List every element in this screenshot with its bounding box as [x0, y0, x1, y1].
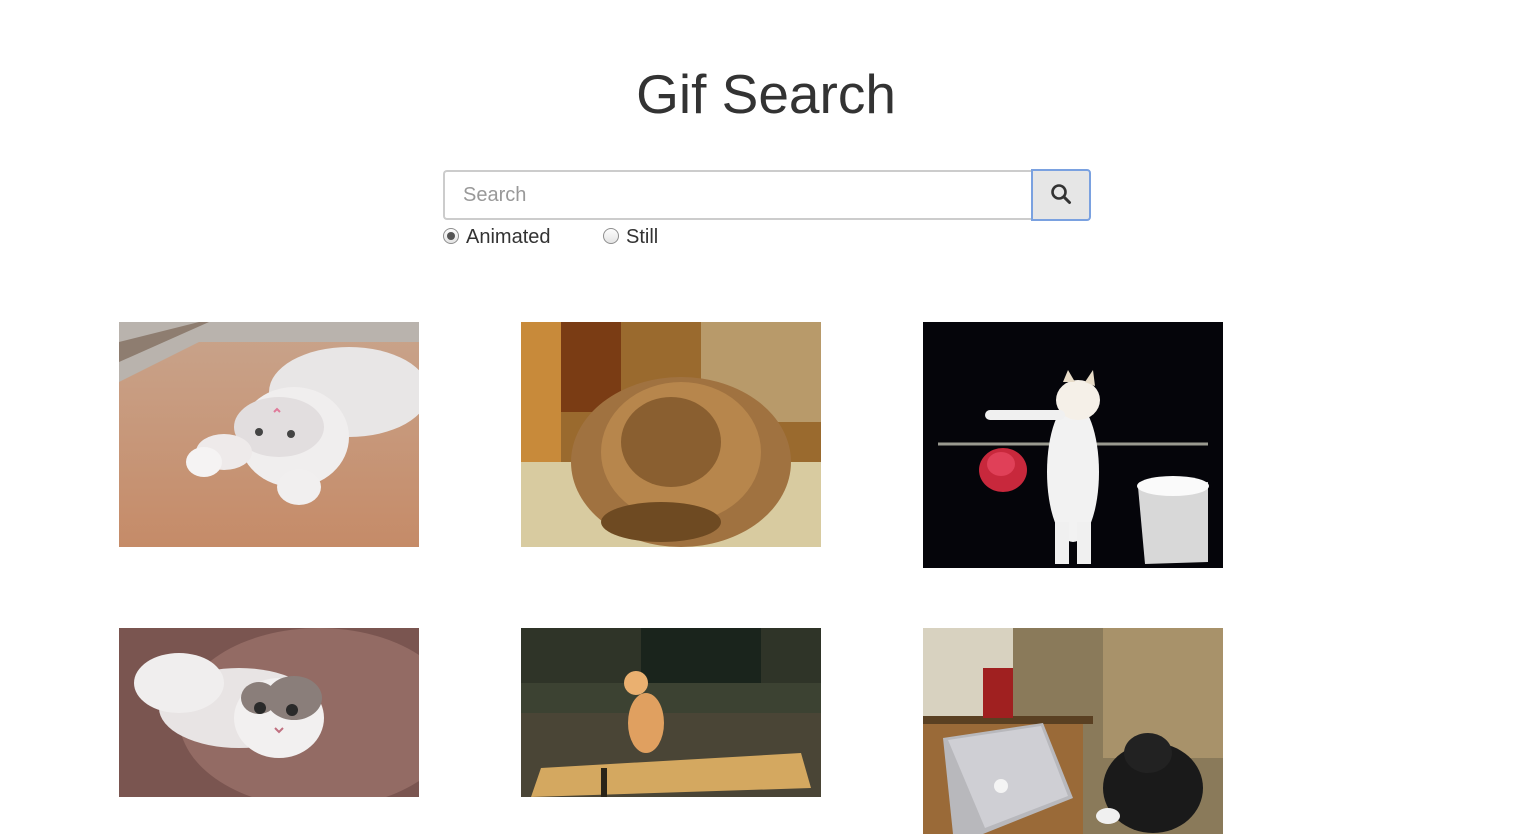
still-radio-button[interactable]	[603, 227, 619, 244]
search-bar	[443, 169, 1091, 221]
search-button[interactable]	[1031, 169, 1091, 221]
still-radio-label: Still	[626, 226, 659, 248]
search-icon	[1050, 183, 1072, 208]
gif-result-6[interactable]	[923, 628, 1223, 834]
animated-radio-button[interactable]	[443, 227, 459, 244]
still-radio[interactable]: Still	[603, 226, 658, 249]
animated-radio[interactable]: Animated	[443, 226, 603, 249]
gif-result-3[interactable]	[923, 322, 1223, 568]
gif-result-4[interactable]	[119, 628, 419, 797]
animated-radio-label: Animated	[466, 226, 551, 248]
search-input[interactable]	[443, 170, 1031, 220]
radio-selected-dot	[447, 231, 455, 240]
gif-mode-radio-group: Animated Still	[443, 226, 658, 249]
page-title: Gif Search	[636, 63, 896, 125]
gif-result-2[interactable]	[521, 322, 821, 547]
page: Gif Search Animated Still	[0, 0, 1524, 834]
gif-result-5[interactable]	[521, 628, 821, 797]
gif-result-1[interactable]	[119, 322, 419, 547]
